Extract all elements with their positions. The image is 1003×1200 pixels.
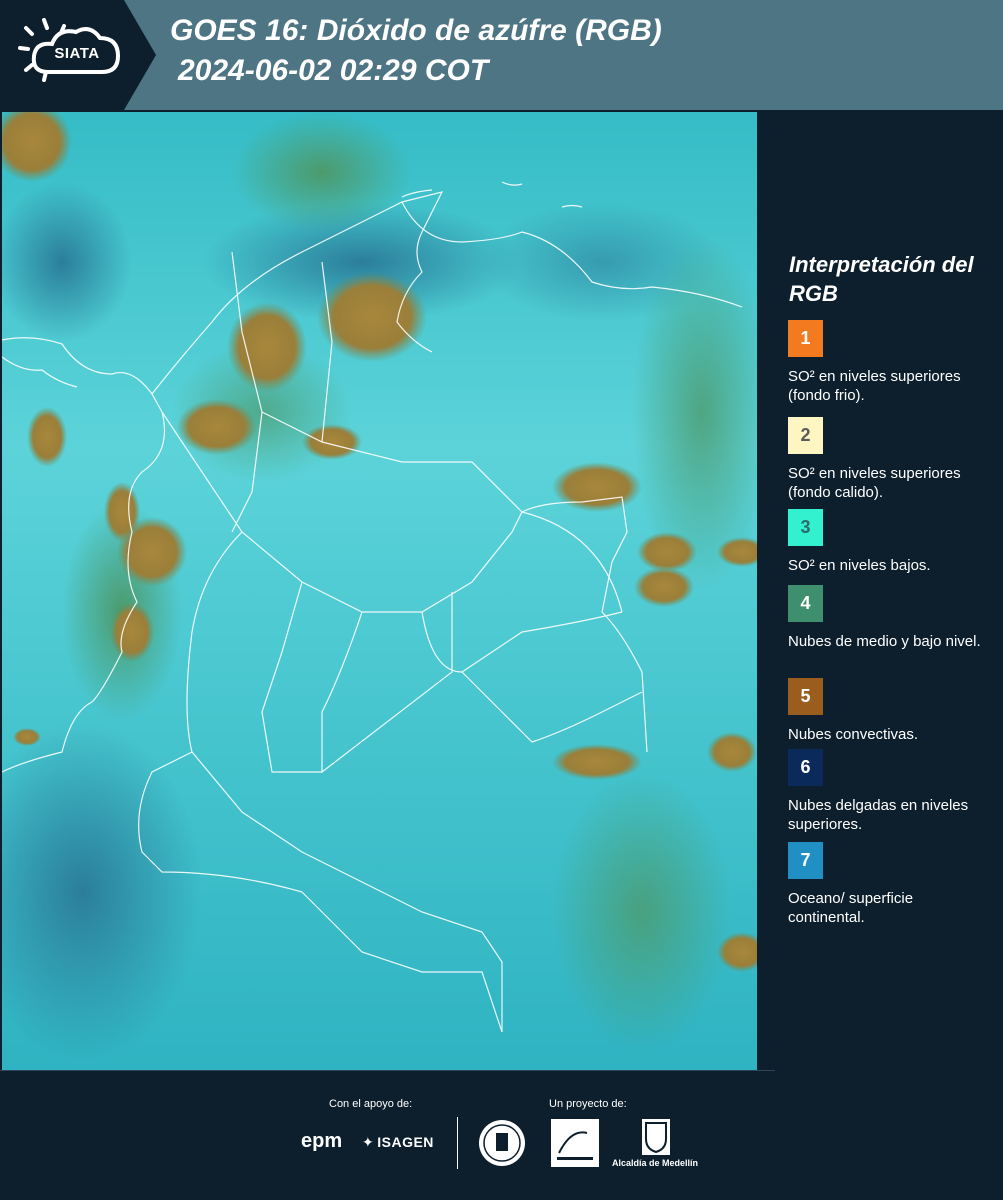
legend-swatch: 6	[788, 749, 823, 786]
footer-separator	[457, 1117, 458, 1169]
isagen-icon: ✦	[362, 1134, 375, 1150]
area-metropolitana-logo	[551, 1119, 599, 1167]
legend-swatch: 2	[788, 417, 823, 454]
satellite-map	[2, 112, 757, 1070]
legend-desc: SO² en niveles bajos.	[788, 557, 931, 574]
logo-text: SIATA	[54, 45, 100, 62]
timestamp: 2024-06-02 02:29 COT	[178, 54, 489, 87]
legend-item: 6 Nubes delgadas en niveles superiores.	[788, 749, 993, 834]
legend-panel: Interpretación del RGB 1 SO² en niveles …	[760, 112, 1003, 1070]
legend-desc: Nubes de medio y bajo nivel.	[788, 633, 981, 650]
footer: Con el apoyo de: Un proyecto de: epm ✦ IS…	[0, 1070, 1003, 1200]
legend-item: 7 Oceano/ superficie continental.	[788, 842, 993, 927]
alcaldia-label: Alcaldía de Medellín	[612, 1158, 699, 1168]
isagen-logo: ✦ ISAGEN	[362, 1134, 434, 1151]
legend-item: 4 Nubes de medio y bajo nivel.	[788, 585, 993, 651]
legend-swatch: 7	[788, 842, 823, 879]
legend-desc: Nubes convectivas.	[788, 726, 919, 743]
legend-swatch: 4	[788, 585, 823, 622]
legend-item: 5 Nubes convectivas.	[788, 678, 993, 744]
alcaldia-shield-icon	[642, 1119, 670, 1155]
legend-desc: Nubes delgadas en niveles superiores.	[788, 797, 969, 833]
isagen-label: ISAGEN	[377, 1134, 434, 1150]
legend-desc: SO² en niveles superiores (fondo frio).	[788, 368, 961, 404]
legend-item: 1 SO² en niveles superiores (fondo frio)…	[788, 320, 993, 405]
legend-item: 2 SO² en niveles superiores (fondo calid…	[788, 417, 993, 502]
legend-desc: Oceano/ superficie continental.	[788, 890, 914, 926]
legend-swatch: 3	[788, 509, 823, 546]
legend-title: Interpretación del RGB	[789, 252, 974, 306]
legend-desc: SO² en niveles superiores (fondo calido)…	[788, 465, 961, 501]
medellin-seal-icon	[479, 1120, 525, 1166]
legend-swatch: 1	[788, 320, 823, 357]
epm-logo: epm	[301, 1130, 343, 1152]
siata-logo: SIATA	[0, 0, 156, 110]
support-label: Con el apoyo de:	[329, 1098, 413, 1110]
legend-swatch: 5	[788, 678, 823, 715]
page-title: GOES 16: Dióxido de azúfre (RGB)	[170, 14, 662, 47]
project-label: Un proyecto de:	[549, 1098, 627, 1110]
legend-item: 3 SO² en niveles bajos.	[788, 509, 993, 575]
satellite-map-image	[2, 112, 757, 1070]
header-bar: SIATA GOES 16: Dióxido de azúfre (RGB) 2…	[0, 0, 1003, 110]
footer-divider	[0, 1070, 775, 1071]
